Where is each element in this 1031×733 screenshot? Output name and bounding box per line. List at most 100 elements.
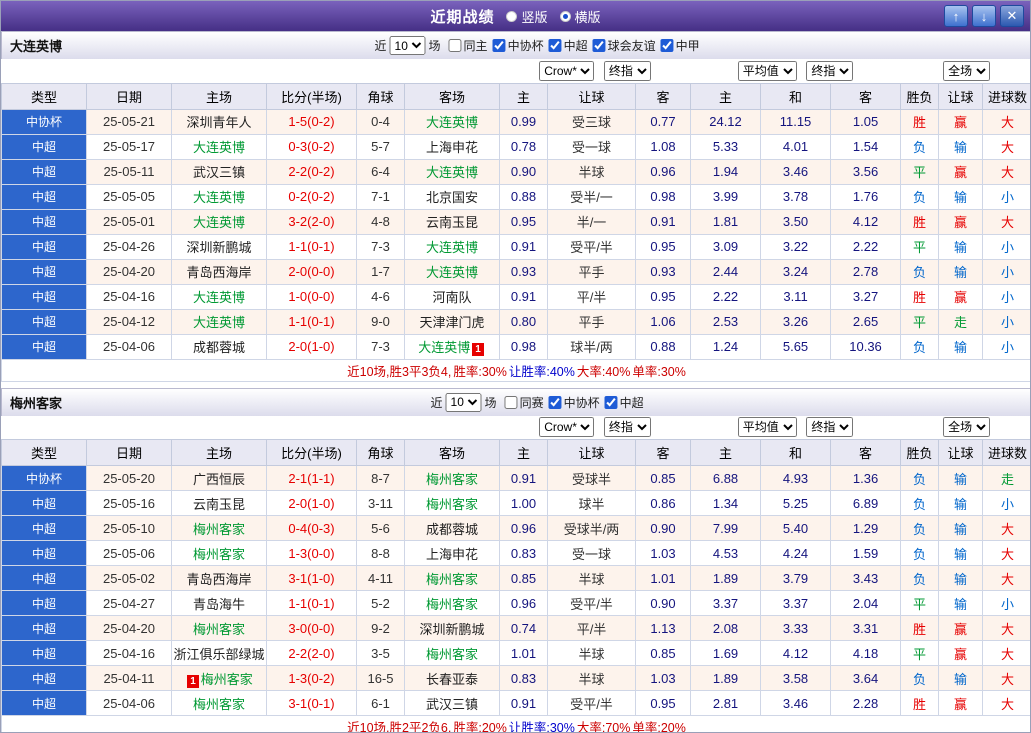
column-header-14: 进球数 <box>982 439 1030 466</box>
cell-home-team: 青岛西海岸 <box>171 258 267 285</box>
team-name: 大连英博 <box>425 165 478 180</box>
match-row: 中超 25-05-11 武汉三镇 2-2(0-2) 6-4 大连英博 0.90 半球 0.96 1… <box>1 158 1030 185</box>
cell-avg-draw: 3.46 <box>760 158 832 185</box>
match-row: 中超 25-05-06 梅州客家 1-3(0-0) 8-8 上海申花 0.83 受一球 1.03… <box>1 540 1030 566</box>
cell-corners: 7-3 <box>356 333 405 360</box>
team-name: 青岛西海岸 <box>186 265 252 280</box>
average-select[interactable]: 平均值 <box>737 60 797 81</box>
final-odds-select-2[interactable]: 终指 <box>806 417 854 438</box>
match-row: 中协杯 25-05-21 深圳青年人 1-5(0-2) 0-4 大连英博 0.99 受三球 0.… <box>1 108 1030 135</box>
filter-label: 球会友谊 <box>607 39 656 53</box>
filter-label: 同主 <box>463 39 488 53</box>
games-label: 场 <box>484 395 497 410</box>
move-down-button[interactable]: ↓ <box>972 5 996 27</box>
cell-handicap-away-odds: 1.06 <box>634 308 692 335</box>
cell-handicap-away-odds: 0.95 <box>634 283 692 310</box>
filter-option-球会友谊[interactable]: 球会友谊 <box>592 37 656 54</box>
cell-handicap-line: 半球 <box>547 565 636 591</box>
cell-avg-away: 3.27 <box>830 283 902 310</box>
match-row: 中超 25-04-20 梅州客家 3-0(0-0) 9-2 深圳新鹏城 0.74 平/半 1.1… <box>1 615 1030 641</box>
filter-checkbox[interactable] <box>548 395 562 409</box>
cell-result-handicap: 赢 <box>938 208 984 235</box>
cell-avg-home: 3.37 <box>690 590 762 616</box>
cell-avg-away: 3.31 <box>830 615 902 641</box>
cell-competition: 中超 <box>1 565 87 591</box>
average-select[interactable]: 平均值 <box>737 417 797 438</box>
team-name: 河南队 <box>432 290 472 305</box>
team-name: 大连英博 <box>192 315 245 330</box>
cell-result-handicap: 赢 <box>938 108 984 135</box>
cell-home-team: 浙江俱乐部绿城 <box>171 640 267 666</box>
summary-segment: 单率:30% <box>632 364 686 379</box>
filter-option-同主[interactable]: 同主 <box>448 37 488 54</box>
layout-option-vertical[interactable]: 竖版 <box>506 7 548 26</box>
cell-avg-draw: 4.93 <box>760 465 832 491</box>
move-up-button[interactable]: ↑ <box>944 5 968 27</box>
competition-filter-group: 同主 中协杯 中超 球会友谊 中甲 <box>444 37 700 54</box>
recent-count-select[interactable]: 10 <box>445 392 482 412</box>
final-odds-select-1[interactable]: 终指 <box>603 417 651 438</box>
cell-handicap-away-odds: 1.08 <box>634 133 692 160</box>
column-header-5: 客场 <box>404 439 500 466</box>
filter-option-中超[interactable]: 中超 <box>604 394 644 411</box>
final-odds-select-1[interactable]: 终指 <box>603 60 651 81</box>
cell-avg-home: 2.08 <box>690 615 762 641</box>
cell-date: 25-05-02 <box>86 565 172 591</box>
column-header-12: 胜负 <box>900 82 940 110</box>
bookmaker-select[interactable]: Crow* <box>539 417 595 438</box>
team-name: 大连英博 <box>418 340 471 355</box>
cell-result-goals: 小 <box>982 308 1030 335</box>
cell-result-goals: 大 <box>982 665 1030 691</box>
bookmaker-select[interactable]: Crow* <box>539 60 595 81</box>
filter-checkbox[interactable] <box>592 39 606 52</box>
filter-option-同赛[interactable]: 同赛 <box>504 394 544 411</box>
filter-checkbox[interactable] <box>492 39 506 52</box>
cell-result-wdl: 胜 <box>900 690 940 716</box>
cell-score: 1-3(0-0) <box>266 540 357 566</box>
scope-select[interactable]: 全场 <box>943 417 991 438</box>
cell-away-team: 大连英博 <box>404 233 500 260</box>
cell-avg-home: 2.44 <box>690 258 762 285</box>
filter-option-中协杯[interactable]: 中协杯 <box>492 37 544 54</box>
cell-competition: 中超 <box>1 158 87 185</box>
cell-date: 25-04-27 <box>86 590 172 616</box>
column-header-row: 类型 日期 主场 比分(半场) 角球 客场主让球客主和客胜负 让球 进球数 <box>1 82 1030 110</box>
filter-checkbox[interactable] <box>504 395 518 409</box>
cell-handicap-home-odds: 0.91 <box>499 233 548 260</box>
filter-option-中超[interactable]: 中超 <box>548 37 588 54</box>
final-odds-select-2[interactable]: 终指 <box>806 60 854 81</box>
cell-handicap-home-odds: 0.96 <box>499 515 548 541</box>
match-row: 中超 25-05-05 大连英博 0-2(0-2) 7-1 北京国安 0.88 受半/一 0.9… <box>1 183 1030 210</box>
cell-result-wdl: 负 <box>900 540 940 566</box>
cell-result-wdl: 平 <box>900 158 940 185</box>
cell-away-team: 云南玉昆 <box>404 208 500 235</box>
layout-option-horizontal[interactable]: 横版 <box>559 7 601 26</box>
cell-result-handicap: 输 <box>938 540 984 566</box>
filter-checkbox[interactable] <box>548 39 562 52</box>
scope-select[interactable]: 全场 <box>943 60 991 81</box>
filter-checkbox[interactable] <box>604 395 618 409</box>
cell-date: 25-05-17 <box>86 133 172 160</box>
close-button[interactable]: ✕ <box>1000 5 1024 27</box>
team-name: 大连英博 <box>192 290 245 305</box>
filter-option-中协杯[interactable]: 中协杯 <box>548 394 600 411</box>
cell-date: 25-04-12 <box>86 308 172 335</box>
cell-result-wdl: 平 <box>900 640 940 666</box>
cell-handicap-line: 平/半 <box>547 283 636 310</box>
cell-result-wdl: 胜 <box>900 108 940 135</box>
filter-checkbox[interactable] <box>448 39 462 52</box>
cell-away-team: 深圳新鹏城 <box>404 615 500 641</box>
cell-home-team: 梅州客家 <box>171 515 267 541</box>
column-header-11: 客 <box>830 82 902 110</box>
cell-handicap-away-odds: 1.01 <box>634 565 692 591</box>
cell-corners: 8-7 <box>356 465 405 491</box>
section-team-name: 大连英博 <box>10 39 63 54</box>
cell-avg-away: 2.28 <box>830 690 902 716</box>
cell-result-handicap: 输 <box>938 665 984 691</box>
cell-corners: 16-5 <box>356 665 405 691</box>
filter-option-中甲[interactable]: 中甲 <box>660 37 700 54</box>
cell-avg-draw: 3.78 <box>760 183 832 210</box>
cell-competition: 中超 <box>1 283 87 310</box>
recent-count-select[interactable]: 10 <box>389 36 426 55</box>
filter-checkbox[interactable] <box>660 39 674 52</box>
